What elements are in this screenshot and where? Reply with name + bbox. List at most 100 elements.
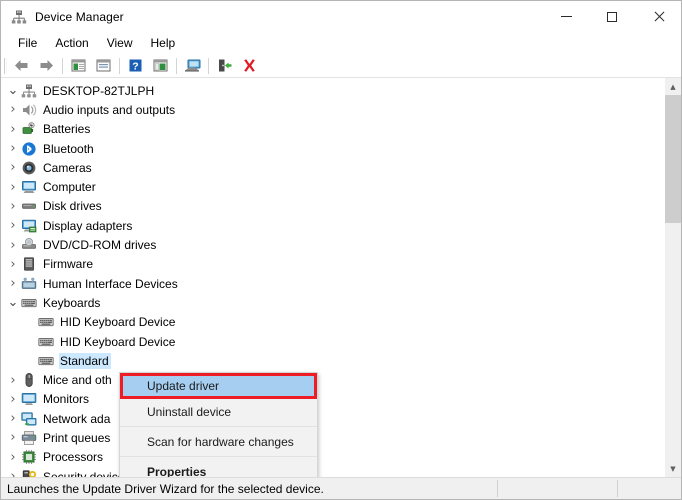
device-tree[interactable]: ⌄ DESKTOP-82TJLPH › Audio inputs and output… xyxy=(1,78,664,477)
tree-item[interactable]: ›Network ada xyxy=(1,409,664,428)
tree-item[interactable]: ›Batteries xyxy=(1,120,664,139)
chevron-right-icon[interactable]: › xyxy=(5,238,21,253)
uninstall-device-icon[interactable] xyxy=(237,55,262,77)
tree-item-label: HID Keyboard Device xyxy=(59,334,177,350)
view-icon[interactable] xyxy=(148,55,173,77)
tree-item[interactable]: › Firmware xyxy=(1,255,664,274)
chevron-down-icon[interactable]: ⌄ xyxy=(5,88,21,94)
title-bar: Device Manager xyxy=(1,1,681,32)
tree-item[interactable]: › Bluetooth xyxy=(1,139,664,158)
chevron-right-icon[interactable]: › xyxy=(5,276,21,291)
tree-item[interactable]: › Processors xyxy=(1,448,664,467)
help-icon[interactable]: ? xyxy=(123,55,148,77)
chevron-right-icon[interactable]: › xyxy=(5,469,21,477)
tree-item[interactable]: HID Keyboard Device xyxy=(1,313,664,332)
keyboard-icon xyxy=(38,353,54,369)
svg-text:?: ? xyxy=(132,60,138,72)
tree-item[interactable]: ›Print queues xyxy=(1,428,664,447)
chevron-right-icon[interactable]: › xyxy=(5,102,21,117)
tree-item-label: Bluetooth xyxy=(42,141,96,157)
chevron-right-icon[interactable]: › xyxy=(5,180,21,195)
speaker-icon xyxy=(21,102,37,118)
menu-bar: File Action View Help xyxy=(1,32,681,54)
ctx-properties[interactable]: Properties xyxy=(120,459,317,477)
update-driver-icon[interactable] xyxy=(212,55,237,77)
tree-item-label: HID Keyboard Device xyxy=(59,314,177,330)
tree-item-label: Standard xyxy=(59,353,111,369)
tree-item-label: DESKTOP-82TJLPH xyxy=(42,83,156,99)
tree-item-label: Processors xyxy=(42,449,105,465)
chevron-right-icon[interactable]: › xyxy=(5,141,21,156)
chevron-right-icon[interactable]: › xyxy=(5,122,21,137)
back-icon[interactable] xyxy=(9,55,34,77)
tree-item[interactable]: › Disk drives xyxy=(1,197,664,216)
maximize-button[interactable] xyxy=(589,1,635,32)
chevron-down-icon[interactable]: ⌄ xyxy=(5,300,21,306)
toolbar-separator xyxy=(62,58,63,74)
chevron-right-icon[interactable]: › xyxy=(5,373,21,388)
tree-item[interactable]: ›Mice and oth xyxy=(1,370,664,389)
show-hide-console-tree-icon[interactable] xyxy=(66,55,91,77)
tree-item[interactable]: ⌄Keyboards xyxy=(1,293,664,312)
minimize-button[interactable] xyxy=(543,1,589,32)
ctx-uninstall-device[interactable]: Uninstall device xyxy=(120,399,317,424)
tree-item[interactable]: ›Monitors xyxy=(1,390,664,409)
tree-item[interactable]: › Cameras xyxy=(1,158,664,177)
ctx-update-driver[interactable]: Update driver xyxy=(120,373,317,399)
menu-help[interactable]: Help xyxy=(142,34,185,52)
ctx-scan-hardware[interactable]: Scan for hardware changes xyxy=(120,429,317,454)
tree-item-label: Display adapters xyxy=(42,218,134,234)
statusbar-divider xyxy=(617,480,618,497)
device-manager-window: Device Manager File Action View Help xyxy=(0,0,682,500)
chevron-right-icon[interactable]: › xyxy=(5,160,21,175)
chevron-right-icon[interactable]: › xyxy=(5,450,21,465)
tree-root-item[interactable]: ⌄ DESKTOP-82TJLPH xyxy=(1,81,664,100)
tree-item[interactable]: › Display adapters xyxy=(1,216,664,235)
toolbar-separator xyxy=(119,58,120,74)
vertical-scrollbar[interactable]: ▲ ▼ xyxy=(664,78,681,477)
firmware-icon xyxy=(21,256,37,272)
forward-icon[interactable] xyxy=(34,55,59,77)
close-button[interactable] xyxy=(635,1,681,32)
chevron-right-icon[interactable]: › xyxy=(5,392,21,407)
tree-item[interactable]: HID Keyboard Device xyxy=(1,332,664,351)
tree-item[interactable]: ›Human Interface Devices xyxy=(1,274,664,293)
scan-hardware-changes-icon[interactable] xyxy=(180,55,205,77)
statusbar-divider xyxy=(497,480,498,497)
menu-action[interactable]: Action xyxy=(46,34,97,52)
chevron-right-icon[interactable]: › xyxy=(5,411,21,426)
context-menu-separator xyxy=(120,456,317,457)
tree-item-label: Disk drives xyxy=(42,198,104,214)
properties-icon[interactable] xyxy=(91,55,116,77)
tree-item[interactable]: ›Security devices xyxy=(1,467,664,477)
chevron-right-icon[interactable]: › xyxy=(5,430,21,445)
scrollbar-track[interactable] xyxy=(665,95,681,460)
status-bar: Launches the Update Driver Wizard for th… xyxy=(1,477,681,499)
tree-item-label: Firmware xyxy=(42,256,95,272)
scrollbar-thumb[interactable] xyxy=(665,95,681,223)
chevron-right-icon[interactable]: › xyxy=(5,218,21,233)
processor-icon xyxy=(21,449,37,465)
tree-item-label: Audio inputs and outputs xyxy=(42,102,177,118)
chevron-right-icon[interactable]: › xyxy=(5,199,21,214)
mouse-icon xyxy=(21,372,37,388)
hid-icon xyxy=(21,276,37,292)
tree-item[interactable]: › DVD/CD-ROM drives xyxy=(1,235,664,254)
menu-file[interactable]: File xyxy=(9,34,46,52)
tree-item-label: Computer xyxy=(42,179,98,195)
toolbar-grip[interactable] xyxy=(4,58,7,74)
chevron-right-icon[interactable]: › xyxy=(5,257,21,272)
menu-view[interactable]: View xyxy=(98,34,142,52)
computer-icon xyxy=(21,179,37,195)
tree-item-label: DVD/CD-ROM drives xyxy=(42,237,158,253)
content-area: ⌄ DESKTOP-82TJLPH › Audio inputs and output… xyxy=(1,78,681,477)
context-menu: Update driverUninstall device Scan for ha… xyxy=(119,372,318,477)
scroll-up-arrow[interactable]: ▲ xyxy=(665,78,681,95)
tree-item[interactable]: Standard xyxy=(1,351,664,370)
tree-item-label: Cameras xyxy=(42,160,94,176)
scroll-down-arrow[interactable]: ▼ xyxy=(665,460,681,477)
tree-item[interactable]: › Computer xyxy=(1,177,664,196)
disk-drive-icon xyxy=(21,198,37,214)
tree-item[interactable]: › Audio inputs and outputs xyxy=(1,100,664,119)
display-adapter-icon xyxy=(21,218,37,234)
